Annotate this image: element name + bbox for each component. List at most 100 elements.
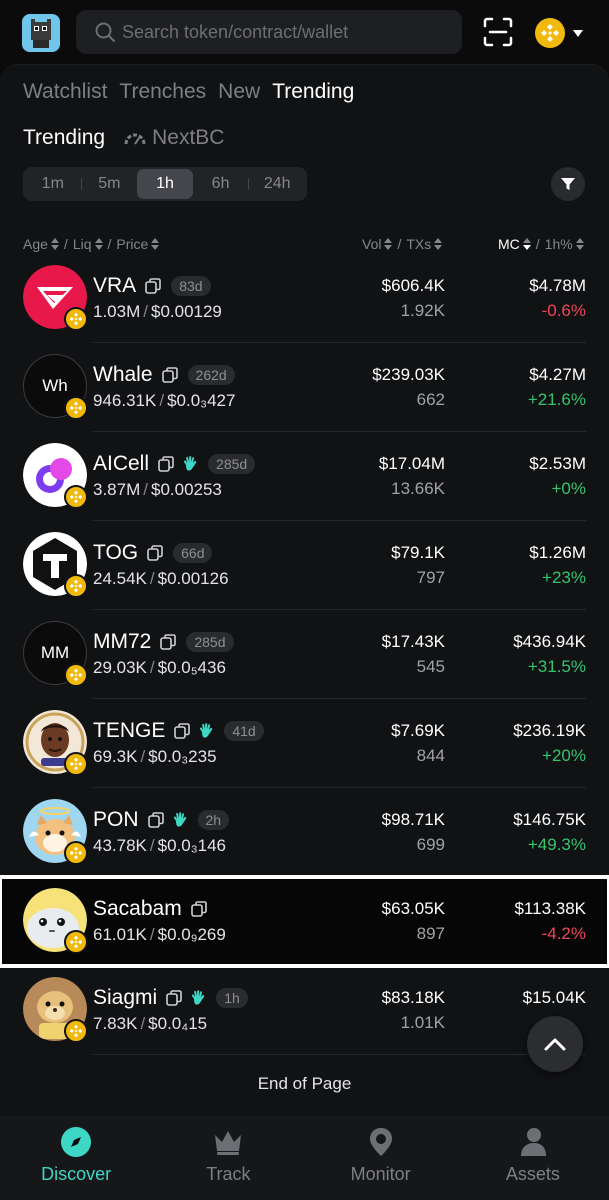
bnb-chain-icon xyxy=(64,574,88,598)
token-price: $0.0₃427 xyxy=(167,391,236,410)
token-liquidity: 7.83K xyxy=(93,1014,138,1033)
token-name-line: Siagmi 1h xyxy=(93,986,248,1010)
liq-price: 69.3K / $0.0₃235 xyxy=(93,747,217,767)
liq-price: 61.01K / $0.0₉269 xyxy=(93,925,226,945)
time-filter-24h[interactable]: 24h xyxy=(249,169,305,199)
app-logo[interactable] xyxy=(22,14,60,52)
token-market-cap: $146.75K xyxy=(513,810,586,829)
sort-icon[interactable] xyxy=(434,238,443,250)
sort-icon[interactable] xyxy=(575,238,584,250)
user-icon xyxy=(520,1128,546,1156)
table-row[interactable]: MM MM72 285d 29.03K / $0.0₅436 $17.43K 545 $436.… xyxy=(0,610,609,699)
liq-price: 1.03M / $0.00129 xyxy=(93,302,222,322)
copy-icon[interactable] xyxy=(147,545,163,561)
nav-monitor[interactable]: Monitor xyxy=(305,1116,457,1200)
table-row[interactable]: PON 2h 43.78K / $0.0₃146 $98.71K 699 $146.75K +4… xyxy=(0,788,609,877)
token-change: +23% xyxy=(542,568,586,587)
time-filter-5m[interactable]: 5m xyxy=(82,169,138,199)
token-price: $0.00253 xyxy=(150,480,222,499)
copy-icon[interactable] xyxy=(161,367,178,383)
bnb-chain-icon xyxy=(64,485,88,509)
sort-icon[interactable] xyxy=(50,238,59,250)
token-change: +21.6% xyxy=(527,390,586,409)
scroll-to-top-button[interactable] xyxy=(527,1016,583,1072)
token-volume: $606.4K xyxy=(381,276,445,295)
tab-trenches[interactable]: Trenches xyxy=(119,80,206,104)
bnb-icon xyxy=(535,18,565,48)
divider xyxy=(93,1054,586,1055)
search-icon xyxy=(95,22,115,42)
nav-discover[interactable]: Discover xyxy=(0,1116,152,1200)
table-row[interactable]: Wh Whale 262d 946.31K / $0.0₃427 $239.03K 662 $4… xyxy=(0,343,609,432)
token-change: +0% xyxy=(551,479,587,498)
sort-icon[interactable] xyxy=(384,238,393,250)
separator: / xyxy=(149,569,155,588)
liq-price: 43.78K / $0.0₃146 xyxy=(93,836,226,856)
token-name-line: Sacabam xyxy=(93,897,207,921)
tab-watchlist[interactable]: Watchlist xyxy=(23,80,107,104)
sort-icon[interactable] xyxy=(94,238,103,250)
table-row[interactable]: AICell 285d 3.87M / $0.00253 $17.04M 13.66K $2.… xyxy=(0,432,609,521)
copy-icon[interactable] xyxy=(166,990,183,1006)
sort-mc[interactable]: MC xyxy=(498,236,520,252)
scan-icon[interactable] xyxy=(482,16,514,48)
copy-icon[interactable] xyxy=(158,456,174,472)
separator: / xyxy=(535,236,540,252)
token-name: PON xyxy=(93,808,139,831)
token-txs: 13.66K xyxy=(391,479,445,498)
token-volume: $79.1K xyxy=(391,543,445,562)
table-row[interactable]: TENGE 41d 69.3K / $0.0₃235 $7.69K 844 $236.19K +… xyxy=(0,699,609,788)
copy-icon[interactable] xyxy=(145,278,161,294)
sort-price[interactable]: Price xyxy=(116,236,148,252)
bnb-chain-icon xyxy=(64,663,88,687)
token-volume: $17.43K xyxy=(381,632,445,651)
table-row[interactable]: TOG 66d 24.54K / $0.00126 $79.1K 797 $1.26M +23% xyxy=(0,521,609,610)
copy-icon[interactable] xyxy=(160,634,177,650)
time-filter: 1m 5m 1h 6h 24h xyxy=(23,167,307,201)
separator: / xyxy=(149,658,155,677)
separator: / xyxy=(140,1014,146,1033)
table-row[interactable]: Siagmi 1h 7.83K / $0.0₄15 $83.18K 1.01K $15.04K xyxy=(0,966,609,1055)
token-volume: $63.05K xyxy=(381,899,445,918)
token-price: $0.0₃235 xyxy=(148,747,217,766)
token-price: $0.0₅436 xyxy=(157,658,226,677)
filter-button[interactable] xyxy=(551,167,585,201)
chain-selector[interactable] xyxy=(535,18,587,48)
tab-new[interactable]: New xyxy=(218,80,260,104)
sort-icon[interactable] xyxy=(522,238,531,250)
token-name: TOG xyxy=(93,541,139,564)
tab-trending[interactable]: Trending xyxy=(272,80,354,104)
token-liquidity: 1.03M xyxy=(93,302,141,321)
time-filter-1m[interactable]: 1m xyxy=(25,169,81,199)
sort-icon[interactable] xyxy=(151,238,160,250)
age-badge: 285d xyxy=(208,454,256,474)
sort-change[interactable]: 1h% xyxy=(545,236,573,252)
subtab-trending[interactable]: Trending xyxy=(23,126,105,150)
sort-vol[interactable]: Vol xyxy=(362,236,381,252)
nav-assets[interactable]: Assets xyxy=(457,1116,609,1200)
nav-track[interactable]: Track xyxy=(152,1116,304,1200)
separator: / xyxy=(149,836,155,855)
copy-icon[interactable] xyxy=(147,812,164,828)
age-badge: 66d xyxy=(173,543,213,563)
separator: / xyxy=(159,391,165,410)
subtab-nextbc[interactable]: NextBC xyxy=(123,126,224,150)
sort-txs[interactable]: TXs xyxy=(406,236,431,252)
wave-hand-icon xyxy=(183,456,197,471)
token-liquidity: 69.3K xyxy=(93,747,138,766)
search-input[interactable] xyxy=(122,21,442,43)
subtab-trending-label: Trending xyxy=(23,126,106,149)
copy-icon[interactable] xyxy=(174,723,191,739)
sort-liq[interactable]: Liq xyxy=(73,236,92,252)
sort-age[interactable]: Age xyxy=(23,236,48,252)
table-row[interactable]: VRA 83d 1.03M / $0.00129 $606.4K 1.92K $4.78M -0… xyxy=(0,254,609,343)
token-market-cap: $113.38K xyxy=(514,899,586,918)
copy-icon[interactable] xyxy=(190,901,207,917)
time-filter-6h[interactable]: 6h xyxy=(193,169,249,199)
chevron-down-icon xyxy=(573,29,583,37)
table-row[interactable]: Sacabam 61.01K / $0.0₉269 $63.05K 897 $113.38K… xyxy=(0,875,609,968)
token-name-line: Whale 262d xyxy=(93,363,235,387)
time-filter-1h[interactable]: 1h xyxy=(137,169,193,199)
search-bar[interactable] xyxy=(76,10,462,54)
token-market-cap: $1.26M xyxy=(529,543,586,562)
